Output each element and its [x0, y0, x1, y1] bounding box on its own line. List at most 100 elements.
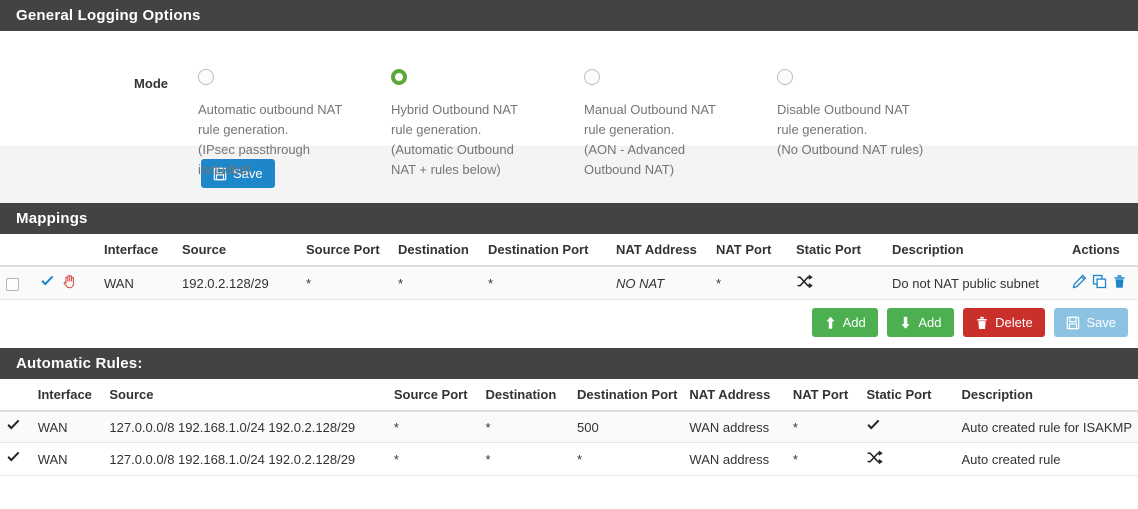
auto-cell-source-port: * — [388, 443, 480, 476]
auto-cell-description: Auto created rule — [955, 443, 1138, 476]
auto-cell-destination: * — [480, 411, 572, 443]
radio-hybrid-icon[interactable] — [391, 69, 407, 85]
col-destination-port: Destination Port — [482, 234, 610, 266]
auto-cell-nat-port: * — [787, 411, 861, 443]
floppy-disk-icon — [1066, 316, 1080, 330]
outbound-nat-page: General Logging Options Mode Automatic o… — [0, 0, 1138, 509]
auto-cell-destination: * — [480, 443, 572, 476]
auto-col-nat-address: NAT Address — [683, 379, 786, 411]
auto-col-destination-port: Destination Port — [571, 379, 683, 411]
automatic-rules-header-row: Interface Source Source Port Destination… — [0, 379, 1138, 411]
cell-destination-port: * — [482, 266, 610, 300]
row-select-cell[interactable] — [0, 266, 34, 300]
mappings-table-wrap: Interface Source Source Port Destination… — [0, 234, 1138, 300]
auto-row-status — [0, 411, 32, 443]
check-icon — [6, 420, 21, 435]
automatic-rules-panel-header: Automatic Rules: — [0, 348, 1138, 379]
delete-button-label: Delete — [995, 315, 1033, 330]
col-status — [34, 234, 98, 266]
copy-icon[interactable] — [1092, 274, 1107, 292]
mappings-save-button-label: Save — [1086, 315, 1116, 330]
cell-static-port — [790, 266, 886, 300]
edit-icon[interactable] — [1072, 274, 1087, 292]
auto-cell-source-port: * — [388, 411, 480, 443]
mappings-actions-footer: Add Add Delete — [0, 300, 1138, 348]
col-destination: Destination — [392, 234, 482, 266]
add-top-button-label: Add — [843, 315, 866, 330]
cell-source-port: * — [300, 266, 392, 300]
auto-cell-source: 127.0.0.0/8 192.168.1.0/24 192.0.2.128/2… — [103, 411, 387, 443]
mode-option-manual[interactable]: Manual Outbound NAT rule generation. (AO… — [584, 69, 759, 180]
automatic-rules-table: Interface Source Source Port Destination… — [0, 379, 1138, 476]
add-bottom-button-label: Add — [918, 315, 941, 330]
row-checkbox[interactable] — [6, 278, 19, 291]
col-static-port: Static Port — [790, 234, 886, 266]
cell-destination: * — [392, 266, 482, 300]
check-icon — [866, 420, 881, 435]
col-nat-address: NAT Address — [610, 234, 710, 266]
table-row[interactable]: WAN 192.0.2.128/29 * * * NO NAT * — [0, 266, 1138, 300]
radio-manual-icon[interactable] — [584, 69, 600, 85]
auto-cell-interface: WAN — [32, 411, 104, 443]
arrow-up-icon — [824, 316, 837, 330]
cell-nat-address: NO NAT — [610, 266, 710, 300]
mode-selection-body: Mode Automatic outbound NAT rule generat… — [0, 31, 1138, 146]
mappings-panel-header: Mappings — [0, 203, 1138, 234]
col-select — [0, 234, 34, 266]
add-top-button[interactable]: Add — [812, 308, 878, 337]
auto-cell-nat-port: * — [787, 443, 861, 476]
cell-description: Do not NAT public subnet — [886, 266, 1066, 300]
cell-nat-port: * — [710, 266, 790, 300]
auto-row-status — [0, 443, 32, 476]
mode-option-disabled-text: Disable Outbound NAT rule generation. (N… — [777, 100, 952, 160]
col-interface: Interface — [98, 234, 176, 266]
auto-cell-destination-port: 500 — [571, 411, 683, 443]
mappings-save-button[interactable]: Save — [1054, 308, 1128, 337]
auto-cell-destination-port: * — [571, 443, 683, 476]
delete-icon[interactable] — [1112, 274, 1127, 292]
row-status-cell — [34, 266, 98, 300]
random-icon — [866, 453, 883, 468]
table-row: WAN 127.0.0.0/8 192.168.1.0/24 192.0.2.1… — [0, 411, 1138, 443]
random-icon — [796, 277, 813, 292]
auto-cell-static-port — [860, 411, 955, 443]
col-description: Description — [886, 234, 1066, 266]
automatic-rules-table-wrap: Interface Source Source Port Destination… — [0, 379, 1138, 476]
auto-col-source: Source — [103, 379, 387, 411]
auto-cell-interface: WAN — [32, 443, 104, 476]
mode-option-automatic[interactable]: Automatic outbound NAT rule generation. … — [198, 69, 373, 180]
general-save-footer: Save — [0, 146, 1138, 203]
col-actions: Actions — [1066, 234, 1138, 266]
no-nat-hand-icon — [62, 274, 77, 292]
check-icon — [6, 452, 21, 467]
auto-col-nat-port: NAT Port — [787, 379, 861, 411]
col-source: Source — [176, 234, 300, 266]
auto-col-source-port: Source Port — [388, 379, 480, 411]
cell-interface: WAN — [98, 266, 176, 300]
mode-option-automatic-text: Automatic outbound NAT rule generation. … — [198, 100, 373, 180]
arrow-down-icon — [899, 316, 912, 330]
auto-col-destination: Destination — [480, 379, 572, 411]
mode-label: Mode — [0, 76, 168, 91]
auto-cell-nat-address: WAN address — [683, 443, 786, 476]
col-nat-port: NAT Port — [710, 234, 790, 266]
auto-col-static-port: Static Port — [860, 379, 955, 411]
auto-cell-nat-address: WAN address — [683, 411, 786, 443]
mode-option-disabled[interactable]: Disable Outbound NAT rule generation. (N… — [777, 69, 952, 160]
cell-actions[interactable] — [1066, 266, 1138, 300]
auto-col-description: Description — [955, 379, 1138, 411]
general-options-panel-header: General Logging Options — [0, 0, 1138, 31]
auto-cell-description: Auto created rule for ISAKMP — [955, 411, 1138, 443]
trash-icon — [975, 316, 989, 330]
mode-option-hybrid-text: Hybrid Outbound NAT rule generation. (Au… — [391, 100, 566, 180]
mode-option-hybrid[interactable]: Hybrid Outbound NAT rule generation. (Au… — [391, 69, 566, 180]
check-icon — [40, 275, 55, 291]
mappings-header-row: Interface Source Source Port Destination… — [0, 234, 1138, 266]
auto-cell-source: 127.0.0.0/8 192.168.1.0/24 192.0.2.128/2… — [103, 443, 387, 476]
delete-button[interactable]: Delete — [963, 308, 1045, 337]
mappings-table: Interface Source Source Port Destination… — [0, 234, 1138, 300]
auto-col-interface: Interface — [32, 379, 104, 411]
radio-automatic-icon[interactable] — [198, 69, 214, 85]
add-bottom-button[interactable]: Add — [887, 308, 953, 337]
radio-disabled-icon[interactable] — [777, 69, 793, 85]
